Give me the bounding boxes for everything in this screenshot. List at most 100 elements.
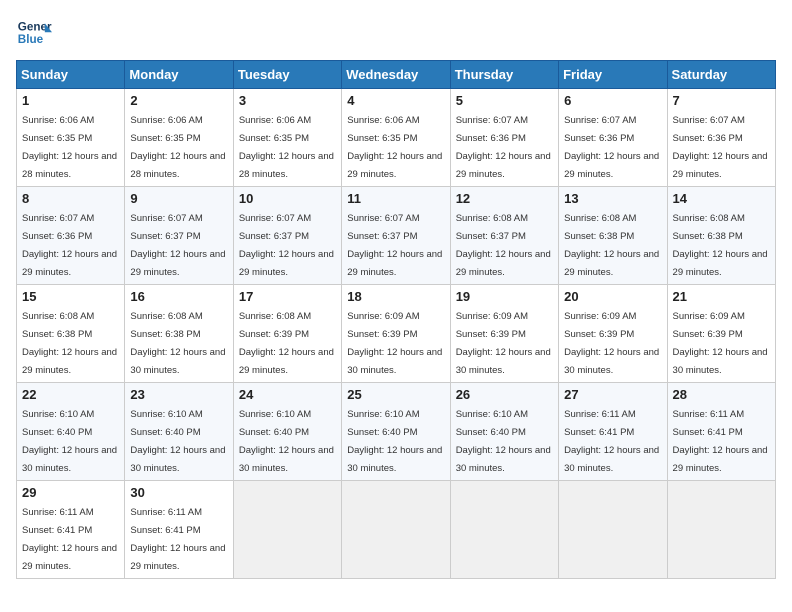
day-number: 9	[130, 191, 227, 206]
day-info: Sunrise: 6:07 AMSunset: 6:37 PMDaylight:…	[239, 213, 334, 278]
day-number: 5	[456, 93, 553, 108]
weekday-header-tuesday: Tuesday	[233, 61, 341, 89]
day-number: 8	[22, 191, 119, 206]
calendar-week-1: 1 Sunrise: 6:06 AMSunset: 6:35 PMDayligh…	[17, 89, 776, 187]
calendar-cell: 19 Sunrise: 6:09 AMSunset: 6:39 PMDaylig…	[450, 285, 558, 383]
day-number: 21	[673, 289, 770, 304]
day-number: 13	[564, 191, 661, 206]
day-info: Sunrise: 6:06 AMSunset: 6:35 PMDaylight:…	[347, 115, 442, 180]
day-info: Sunrise: 6:06 AMSunset: 6:35 PMDaylight:…	[22, 115, 117, 180]
day-info: Sunrise: 6:09 AMSunset: 6:39 PMDaylight:…	[347, 311, 442, 376]
day-number: 25	[347, 387, 444, 402]
day-info: Sunrise: 6:11 AMSunset: 6:41 PMDaylight:…	[564, 409, 659, 474]
weekday-header-thursday: Thursday	[450, 61, 558, 89]
calendar-cell: 17 Sunrise: 6:08 AMSunset: 6:39 PMDaylig…	[233, 285, 341, 383]
day-number: 22	[22, 387, 119, 402]
weekday-header-friday: Friday	[559, 61, 667, 89]
logo-icon: General Blue	[16, 16, 52, 52]
svg-text:Blue: Blue	[18, 33, 44, 46]
calendar-cell: 11 Sunrise: 6:07 AMSunset: 6:37 PMDaylig…	[342, 187, 450, 285]
day-info: Sunrise: 6:10 AMSunset: 6:40 PMDaylight:…	[130, 409, 225, 474]
calendar-cell	[667, 481, 775, 579]
calendar-week-3: 15 Sunrise: 6:08 AMSunset: 6:38 PMDaylig…	[17, 285, 776, 383]
calendar-cell: 10 Sunrise: 6:07 AMSunset: 6:37 PMDaylig…	[233, 187, 341, 285]
day-info: Sunrise: 6:11 AMSunset: 6:41 PMDaylight:…	[22, 507, 117, 572]
calendar-cell: 8 Sunrise: 6:07 AMSunset: 6:36 PMDayligh…	[17, 187, 125, 285]
calendar-cell: 28 Sunrise: 6:11 AMSunset: 6:41 PMDaylig…	[667, 383, 775, 481]
page-header: General Blue	[16, 16, 776, 52]
day-info: Sunrise: 6:08 AMSunset: 6:37 PMDaylight:…	[456, 213, 551, 278]
day-number: 3	[239, 93, 336, 108]
calendar-cell: 25 Sunrise: 6:10 AMSunset: 6:40 PMDaylig…	[342, 383, 450, 481]
calendar-cell: 4 Sunrise: 6:06 AMSunset: 6:35 PMDayligh…	[342, 89, 450, 187]
day-number: 12	[456, 191, 553, 206]
weekday-header-wednesday: Wednesday	[342, 61, 450, 89]
calendar-cell	[233, 481, 341, 579]
calendar-cell: 3 Sunrise: 6:06 AMSunset: 6:35 PMDayligh…	[233, 89, 341, 187]
calendar-cell: 24 Sunrise: 6:10 AMSunset: 6:40 PMDaylig…	[233, 383, 341, 481]
day-info: Sunrise: 6:08 AMSunset: 6:38 PMDaylight:…	[22, 311, 117, 376]
day-info: Sunrise: 6:07 AMSunset: 6:36 PMDaylight:…	[22, 213, 117, 278]
calendar-cell: 12 Sunrise: 6:08 AMSunset: 6:37 PMDaylig…	[450, 187, 558, 285]
day-info: Sunrise: 6:08 AMSunset: 6:39 PMDaylight:…	[239, 311, 334, 376]
calendar-week-2: 8 Sunrise: 6:07 AMSunset: 6:36 PMDayligh…	[17, 187, 776, 285]
day-number: 18	[347, 289, 444, 304]
calendar-cell: 22 Sunrise: 6:10 AMSunset: 6:40 PMDaylig…	[17, 383, 125, 481]
day-info: Sunrise: 6:10 AMSunset: 6:40 PMDaylight:…	[239, 409, 334, 474]
calendar-cell: 21 Sunrise: 6:09 AMSunset: 6:39 PMDaylig…	[667, 285, 775, 383]
calendar-cell: 18 Sunrise: 6:09 AMSunset: 6:39 PMDaylig…	[342, 285, 450, 383]
day-info: Sunrise: 6:07 AMSunset: 6:36 PMDaylight:…	[673, 115, 768, 180]
day-number: 14	[673, 191, 770, 206]
day-info: Sunrise: 6:07 AMSunset: 6:37 PMDaylight:…	[347, 213, 442, 278]
day-number: 16	[130, 289, 227, 304]
day-number: 11	[347, 191, 444, 206]
day-number: 29	[22, 485, 119, 500]
calendar-table: SundayMondayTuesdayWednesdayThursdayFrid…	[16, 60, 776, 579]
day-number: 4	[347, 93, 444, 108]
day-info: Sunrise: 6:10 AMSunset: 6:40 PMDaylight:…	[22, 409, 117, 474]
day-info: Sunrise: 6:09 AMSunset: 6:39 PMDaylight:…	[564, 311, 659, 376]
weekday-header-monday: Monday	[125, 61, 233, 89]
calendar-week-5: 29 Sunrise: 6:11 AMSunset: 6:41 PMDaylig…	[17, 481, 776, 579]
day-number: 19	[456, 289, 553, 304]
day-number: 27	[564, 387, 661, 402]
day-info: Sunrise: 6:06 AMSunset: 6:35 PMDaylight:…	[130, 115, 225, 180]
logo: General Blue	[16, 16, 52, 52]
calendar-cell	[559, 481, 667, 579]
calendar-cell: 15 Sunrise: 6:08 AMSunset: 6:38 PMDaylig…	[17, 285, 125, 383]
calendar-week-4: 22 Sunrise: 6:10 AMSunset: 6:40 PMDaylig…	[17, 383, 776, 481]
day-info: Sunrise: 6:07 AMSunset: 6:37 PMDaylight:…	[130, 213, 225, 278]
calendar-cell: 2 Sunrise: 6:06 AMSunset: 6:35 PMDayligh…	[125, 89, 233, 187]
day-info: Sunrise: 6:11 AMSunset: 6:41 PMDaylight:…	[130, 507, 225, 572]
day-number: 1	[22, 93, 119, 108]
calendar-cell: 26 Sunrise: 6:10 AMSunset: 6:40 PMDaylig…	[450, 383, 558, 481]
calendar-cell: 9 Sunrise: 6:07 AMSunset: 6:37 PMDayligh…	[125, 187, 233, 285]
calendar-cell: 29 Sunrise: 6:11 AMSunset: 6:41 PMDaylig…	[17, 481, 125, 579]
day-info: Sunrise: 6:11 AMSunset: 6:41 PMDaylight:…	[673, 409, 768, 474]
day-number: 10	[239, 191, 336, 206]
calendar-cell: 7 Sunrise: 6:07 AMSunset: 6:36 PMDayligh…	[667, 89, 775, 187]
calendar-cell: 20 Sunrise: 6:09 AMSunset: 6:39 PMDaylig…	[559, 285, 667, 383]
calendar-cell	[450, 481, 558, 579]
day-info: Sunrise: 6:09 AMSunset: 6:39 PMDaylight:…	[456, 311, 551, 376]
day-number: 6	[564, 93, 661, 108]
day-info: Sunrise: 6:09 AMSunset: 6:39 PMDaylight:…	[673, 311, 768, 376]
calendar-cell: 27 Sunrise: 6:11 AMSunset: 6:41 PMDaylig…	[559, 383, 667, 481]
day-info: Sunrise: 6:08 AMSunset: 6:38 PMDaylight:…	[673, 213, 768, 278]
day-number: 28	[673, 387, 770, 402]
calendar-cell: 14 Sunrise: 6:08 AMSunset: 6:38 PMDaylig…	[667, 187, 775, 285]
calendar-cell: 6 Sunrise: 6:07 AMSunset: 6:36 PMDayligh…	[559, 89, 667, 187]
day-info: Sunrise: 6:10 AMSunset: 6:40 PMDaylight:…	[456, 409, 551, 474]
day-info: Sunrise: 6:08 AMSunset: 6:38 PMDaylight:…	[564, 213, 659, 278]
calendar-cell: 16 Sunrise: 6:08 AMSunset: 6:38 PMDaylig…	[125, 285, 233, 383]
weekday-header-saturday: Saturday	[667, 61, 775, 89]
day-info: Sunrise: 6:07 AMSunset: 6:36 PMDaylight:…	[564, 115, 659, 180]
calendar-cell: 13 Sunrise: 6:08 AMSunset: 6:38 PMDaylig…	[559, 187, 667, 285]
day-number: 7	[673, 93, 770, 108]
day-number: 30	[130, 485, 227, 500]
day-number: 23	[130, 387, 227, 402]
day-number: 26	[456, 387, 553, 402]
day-number: 20	[564, 289, 661, 304]
day-info: Sunrise: 6:10 AMSunset: 6:40 PMDaylight:…	[347, 409, 442, 474]
calendar-cell: 5 Sunrise: 6:07 AMSunset: 6:36 PMDayligh…	[450, 89, 558, 187]
